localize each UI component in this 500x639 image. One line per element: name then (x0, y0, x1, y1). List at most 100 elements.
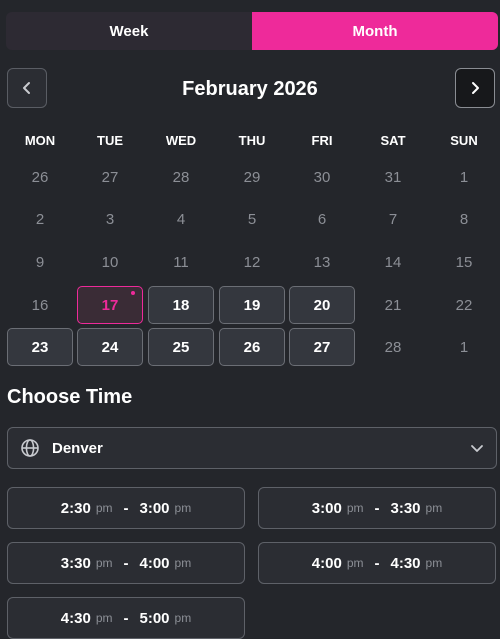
calendar-day-available[interactable]: 23 (7, 328, 73, 366)
weekday-label: MON (24, 133, 56, 148)
slot-separator: - (123, 554, 129, 572)
calendar-day: 5 (219, 200, 285, 238)
calendar-day-number: 29 (243, 168, 261, 186)
calendar-day-number: 18 (172, 296, 190, 314)
calendar-day-number: 23 (31, 338, 49, 356)
calendar-day: 30 (289, 158, 355, 196)
calendar-day: 1 (431, 328, 497, 366)
calendar-day: 3 (77, 200, 143, 238)
calendar-day-today[interactable]: 17 (77, 286, 143, 324)
time-slot-button[interactable]: 4:00 pm -4:30 pm (258, 542, 496, 584)
calendar-day-number: 31 (384, 168, 402, 186)
week-tab[interactable]: Week (6, 12, 252, 50)
calendar-day: 7 (360, 200, 426, 238)
slot-start-time: 4:00 (311, 554, 342, 572)
slot-start-ampm: pm (346, 501, 364, 515)
calendar-day: 26 (7, 158, 73, 196)
calendar-day: 6 (289, 200, 355, 238)
calendar-day-number: 7 (388, 210, 398, 228)
calendar-day: 16 (7, 286, 73, 324)
calendar-day-available[interactable]: 20 (289, 286, 355, 324)
slot-end-ampm: pm (174, 556, 192, 570)
calendar-day: 11 (148, 243, 214, 281)
calendar-day-number: 24 (101, 338, 119, 356)
calendar-day: 10 (77, 243, 143, 281)
chevron-down-icon (470, 441, 484, 455)
calendar-day-number: 4 (176, 210, 186, 228)
slot-start-ampm: pm (95, 611, 113, 625)
timezone-value: Denver (52, 439, 103, 457)
calendar-day: 31 (360, 158, 426, 196)
calendar-day: 29 (219, 158, 285, 196)
calendar-day-number: 10 (101, 253, 119, 271)
calendar-day-number: 27 (313, 338, 331, 356)
calendar-day-number: 12 (243, 253, 261, 271)
slot-end-time: 3:30 (390, 499, 421, 517)
slot-end-ampm: pm (174, 611, 192, 625)
next-month-button[interactable] (455, 68, 495, 108)
slot-start-time: 4:30 (60, 609, 91, 627)
slot-end-ampm: pm (425, 556, 443, 570)
calendar-day: 13 (289, 243, 355, 281)
calendar-day: 12 (219, 243, 285, 281)
weekday-label: WED (165, 133, 197, 148)
calendar-day-number: 2 (35, 210, 45, 228)
calendar-day-number: 9 (35, 253, 45, 271)
slot-end-time: 5:00 (139, 609, 170, 627)
calendar-day-number: 1 (459, 338, 469, 356)
chevron-right-icon (472, 82, 479, 94)
calendar-day: 28 (148, 158, 214, 196)
calendar-day-number: 16 (31, 296, 49, 314)
calendar-day-number: 11 (173, 253, 189, 271)
time-slot-button[interactable]: 3:00 pm -3:30 pm (258, 487, 496, 529)
choose-time-title: Choose Time (7, 386, 133, 408)
calendar-day: 9 (7, 243, 73, 281)
calendar-day: 1 (431, 158, 497, 196)
calendar-day-number: 8 (459, 210, 469, 228)
calendar-day-number: 20 (313, 296, 331, 314)
month-tab[interactable]: Month (252, 12, 498, 50)
slot-end-time: 3:00 (139, 499, 170, 517)
calendar-day-number: 6 (317, 210, 327, 228)
calendar-day: 4 (148, 200, 214, 238)
slot-separator: - (123, 609, 129, 627)
slot-end-time: 4:30 (390, 554, 421, 572)
slot-separator: - (374, 554, 380, 572)
view-toggle: Week Month (6, 12, 498, 50)
weekday-label: TUE (97, 133, 123, 148)
calendar-day-number: 25 (172, 338, 190, 356)
calendar-day-available[interactable]: 19 (219, 286, 285, 324)
calendar-day: 21 (360, 286, 426, 324)
calendar-day-number: 30 (313, 168, 331, 186)
weekday-label: SUN (450, 133, 478, 148)
calendar-day-number: 5 (247, 210, 257, 228)
calendar-day-number: 28 (384, 338, 402, 356)
slot-end-ampm: pm (425, 501, 443, 515)
time-slot-button[interactable]: 2:30 pm -3:00 pm (7, 487, 245, 529)
timezone-select[interactable]: Denver (7, 427, 497, 469)
calendar-day-available[interactable]: 27 (289, 328, 355, 366)
slot-start-ampm: pm (95, 501, 113, 515)
calendar-day-available[interactable]: 24 (77, 328, 143, 366)
calendar-day-number: 27 (101, 168, 119, 186)
calendar-day-available[interactable]: 18 (148, 286, 214, 324)
calendar-day-number: 3 (105, 210, 115, 228)
slot-start-ampm: pm (95, 556, 113, 570)
calendar-day-number: 14 (384, 253, 402, 271)
calendar-day-number: 17 (101, 296, 119, 314)
calendar-day: 8 (431, 200, 497, 238)
slot-separator: - (123, 499, 129, 517)
calendar-day-number: 28 (172, 168, 190, 186)
calendar-day: 27 (77, 158, 143, 196)
calendar-day-number: 26 (243, 338, 261, 356)
time-slot-button[interactable]: 4:30 pm -5:00 pm (7, 597, 245, 639)
calendar-day: 22 (431, 286, 497, 324)
time-slot-button[interactable]: 3:30 pm -4:00 pm (7, 542, 245, 584)
calendar-day: 28 (360, 328, 426, 366)
calendar-day-number: 19 (243, 296, 261, 314)
calendar-day-number: 13 (313, 253, 331, 271)
calendar-day-available[interactable]: 26 (219, 328, 285, 366)
calendar-day-number: 26 (31, 168, 49, 186)
slot-separator: - (374, 499, 380, 517)
calendar-day-available[interactable]: 25 (148, 328, 214, 366)
